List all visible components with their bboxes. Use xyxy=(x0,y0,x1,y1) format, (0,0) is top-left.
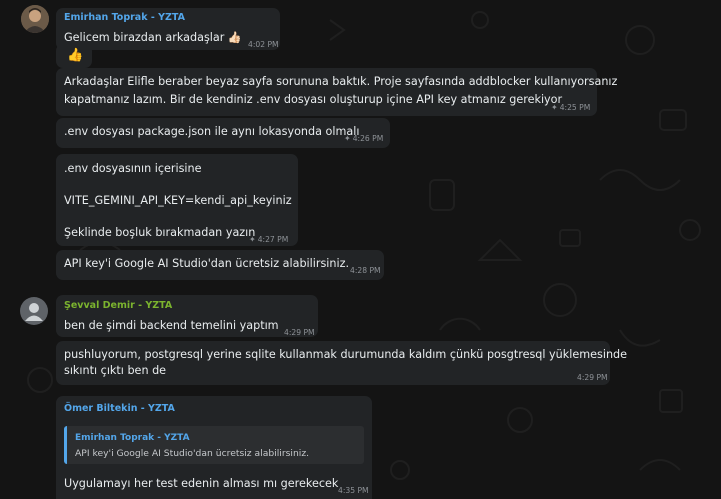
message-time: 4:29 PM xyxy=(577,373,608,382)
avatar-sevval[interactable] xyxy=(20,297,48,325)
thumbs-up-emoji: 👍 xyxy=(67,48,84,63)
message-text-line: sıkıntı çıktı ben de xyxy=(64,364,167,377)
message-time: ✦ 4:25 PM xyxy=(551,103,591,112)
avatar-emirhan[interactable] xyxy=(21,5,49,33)
message-text-line: pushluyorum, postgresql yerine sqlite ku… xyxy=(64,348,628,361)
reply-quote[interactable]: Emirhan Toprak - YZTA API key'i Google A… xyxy=(64,426,364,464)
message-bubble[interactable]: Şevval Demir - YZTA ben de şimdi backend… xyxy=(56,295,318,337)
message-text-line: VITE_GEMINI_API_KEY=kendi_api_keyiniz xyxy=(64,194,292,207)
quote-sender: Emirhan Toprak - YZTA xyxy=(75,433,190,443)
sender-name[interactable]: Emirhan Toprak - YZTA xyxy=(64,12,185,24)
avatar-photo-icon xyxy=(21,5,49,33)
forward-icon: ✦ xyxy=(249,235,256,244)
message-text-line: kapatmanız lazım. Bir de kendiniz .env d… xyxy=(64,93,563,106)
message-bubble[interactable]: .env dosyasının içerisine VITE_GEMINI_AP… xyxy=(56,154,298,246)
message-time: 4:29 PM xyxy=(284,328,315,337)
reaction-bubble[interactable]: 👍 xyxy=(56,44,92,68)
message-time: 4:02 PM xyxy=(248,40,279,49)
message-text-line: Arkadaşlar Elifle beraber beyaz sayfa so… xyxy=(64,75,618,88)
sender-name[interactable]: Şevval Demir - YZTA xyxy=(64,300,172,312)
message-bubble[interactable]: Ömer Biltekin - YZTA Emirhan Toprak - YZ… xyxy=(56,396,372,499)
message-text: API key'i Google AI Studio'dan ücretsiz … xyxy=(64,257,350,270)
default-user-icon xyxy=(25,303,43,321)
message-text-line: Şeklinde boşluk bırakmadan yazın xyxy=(64,226,256,239)
quote-text: API key'i Google AI Studio'dan ücretsiz … xyxy=(75,448,310,459)
message-time: ✦ 4:26 PM xyxy=(344,134,384,143)
sender-name[interactable]: Ömer Biltekin - YZTA xyxy=(64,403,175,415)
message-text: Gelicem birazdan arkadaşlar 👍🏻 xyxy=(64,31,242,44)
message-text: ben de şimdi backend temelini yaptım xyxy=(64,319,279,332)
message-bubble[interactable]: pushluyorum, postgresql yerine sqlite ku… xyxy=(56,341,627,385)
forward-icon: ✦ xyxy=(551,103,558,112)
message-time: 4:35 PM xyxy=(338,486,369,495)
forward-icon: ✦ xyxy=(344,134,351,143)
message-time: 4:28 PM xyxy=(350,266,381,275)
message-text: Uygulamayı her test edenin alması mı ger… xyxy=(64,477,339,490)
message-text-line: .env dosyasının içerisine xyxy=(64,162,202,175)
message-time: ✦ 4:27 PM xyxy=(249,235,289,244)
message-text: .env dosyası package.json ile aynı lokas… xyxy=(64,125,360,138)
message-bubble[interactable]: API key'i Google AI Studio'dan ücretsiz … xyxy=(56,250,384,280)
message-bubble[interactable]: .env dosyası package.json ile aynı lokas… xyxy=(56,118,390,148)
message-bubble[interactable]: Emirhan Toprak - YZTA Gelicem birazdan a… xyxy=(56,8,280,50)
message-bubble[interactable]: Arkadaşlar Elifle beraber beyaz sayfa so… xyxy=(56,68,617,116)
